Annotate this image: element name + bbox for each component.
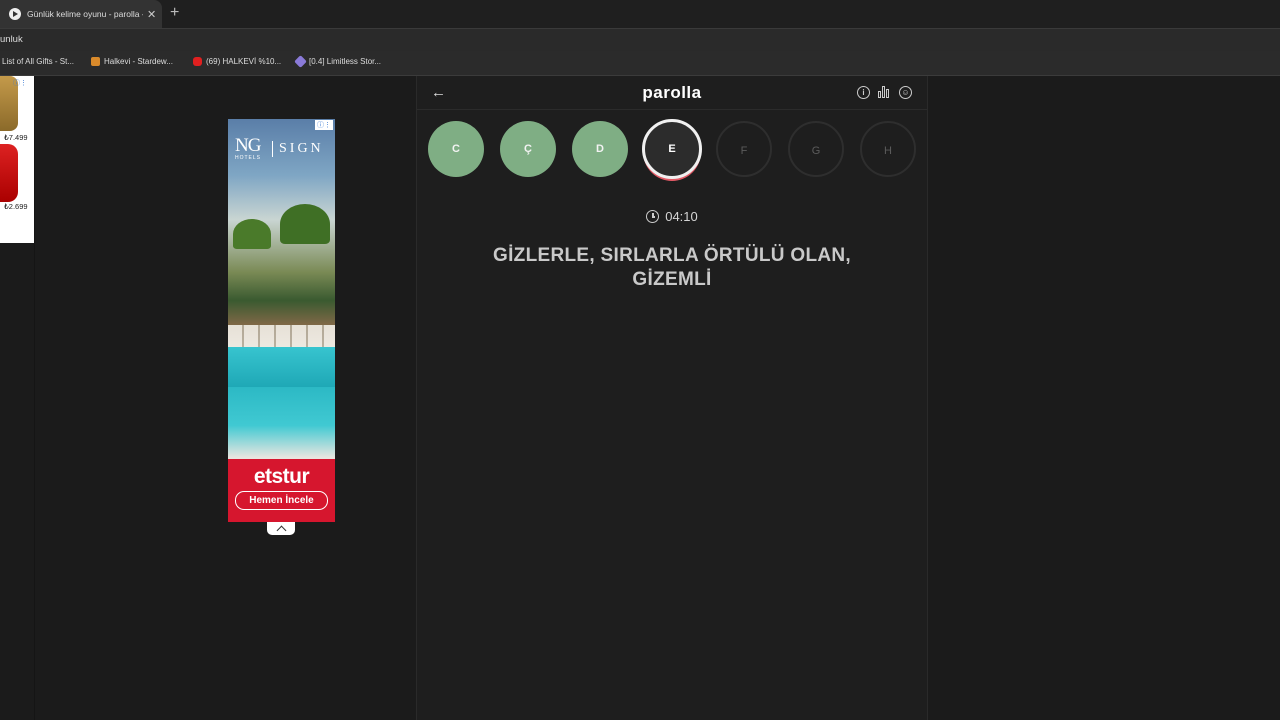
product-price: ₺2.699 (4, 202, 28, 211)
bookmark-label: [0.4] Limitless Stor... (309, 57, 382, 66)
user-icon[interactable]: ☺ (899, 86, 912, 99)
page-title: parolla (642, 83, 702, 102)
letter-circle: H (860, 121, 916, 177)
game-header: ← parolla i ☺ (417, 76, 927, 110)
bookmark-label: List of All Gifts - St... (2, 57, 75, 66)
bookmark-label: Halkevi - Stardew... (104, 57, 173, 66)
pool-image (228, 347, 335, 387)
stardew-icon (91, 57, 100, 66)
info-icon[interactable]: i (857, 86, 870, 99)
close-icon[interactable]: ✕ (147, 8, 156, 21)
letter-circle: Ç (500, 121, 556, 177)
browser-tab[interactable]: Günlük kelime oyunu - parolla - K ✕ (0, 0, 162, 28)
tab-title: Günlük kelime oyunu - parolla - K (27, 9, 143, 19)
hemen-incele-button[interactable]: Hemen İncele (235, 491, 328, 510)
address-bar[interactable]: unluk (0, 28, 1280, 51)
bookmark-item[interactable]: Halkevi - Stardew... (91, 57, 173, 66)
palm-tree (280, 204, 330, 244)
chevron-up-icon (276, 525, 286, 536)
bookmark-item[interactable]: [0.4] Limitless Stor... (294, 55, 382, 68)
divider (34, 76, 35, 720)
adchoices-icon[interactable]: ⓘ⋮ (315, 120, 333, 130)
product-price: ₺7.499 (4, 133, 28, 142)
gem-icon (294, 55, 307, 68)
letter-progress: C Ç D E F G H (417, 119, 927, 180)
bookmarks-bar: List of All Gifts - St... Halkevi - Star… (0, 51, 1280, 76)
letter-circle: D (572, 121, 628, 177)
game-panel: ← parolla i ☺ C Ç D E F G H 04:10 GİZLER… (416, 76, 928, 720)
bookmark-label: (69) HALKEVİ %10... (206, 57, 282, 66)
letter-circle: F (716, 121, 772, 177)
letter-circle: G (788, 121, 844, 177)
ng-hotels-logo: NG HOTELS (235, 135, 262, 161)
youtube-icon (193, 57, 202, 66)
palm-tree (233, 219, 271, 249)
letter-circle: C (428, 121, 484, 177)
play-icon (9, 8, 21, 20)
current-letter-circle: E (642, 119, 702, 179)
left-side-ad[interactable]: ⓘ⋮ ₺7.499 ₺2.699 (0, 76, 34, 243)
ad-collapse-button[interactable] (267, 522, 295, 536)
timer-value: 04:10 (665, 209, 698, 224)
sign-logo: SIGN (272, 141, 324, 157)
bookmark-item[interactable]: (69) HALKEVİ %10... (193, 57, 281, 66)
stats-icon[interactable] (878, 86, 891, 98)
clock-icon (646, 210, 660, 223)
new-tab-button[interactable]: + (170, 4, 179, 22)
etstur-banner[interactable]: etstur Hemen İncele (228, 459, 335, 522)
clue-text: GİZLERLE, SIRLARLA ÖRTÜLÜ OLAN, GİZEMLİ (493, 245, 851, 290)
bookmark-item[interactable]: List of All Gifts - St... (2, 57, 74, 66)
timer: 04:10 (417, 209, 927, 224)
etstur-logo: etstur (253, 465, 310, 488)
tab-strip: Günlük kelime oyunu - parolla - K ✕ + (0, 0, 1280, 28)
product-image (0, 144, 18, 202)
adchoices-icon[interactable]: ⓘ⋮ (13, 78, 27, 88)
skyscraper-ad[interactable]: ⓘ⋮ NG HOTELS SIGN etstur Hemen İncele (228, 119, 335, 522)
address-text: unluk (0, 34, 23, 45)
